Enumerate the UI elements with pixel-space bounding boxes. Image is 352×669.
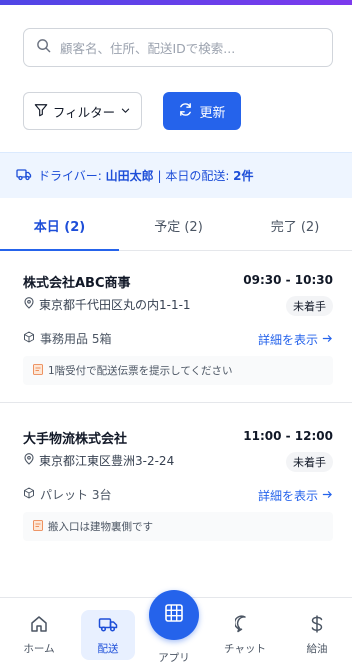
package-icon	[23, 487, 35, 502]
delivery-note: 搬入口は建物裏側です	[23, 512, 333, 541]
tab-scheduled[interactable]: 予定 (2)	[119, 199, 238, 251]
truck-icon	[98, 614, 118, 637]
search-placeholder: 顧客名、住所、配送IDで検索...	[60, 41, 236, 56]
nav-delivery-label: 配送	[97, 643, 119, 655]
nav-delivery[interactable]: 配送	[81, 610, 135, 660]
delivery-count: 2件	[233, 169, 254, 183]
main-panel: 顧客名、住所、配送IDで検索... フィルター 更新 ドライバー: 山田太郎 |…	[0, 5, 352, 597]
refresh-icon	[178, 102, 193, 121]
nav-home-label: ホーム	[23, 643, 55, 655]
delivery-time: 11:00 - 12:00	[243, 429, 333, 443]
grid-icon	[164, 603, 184, 627]
nav-chat[interactable]: チャット	[218, 610, 272, 660]
view-details-link[interactable]: 詳細を表示	[258, 487, 333, 504]
delivery-card[interactable]: 株式会社ABC商事 09:30 - 10:30 東京都千代田区丸の内1-1-1 …	[0, 252, 352, 402]
truck-icon	[16, 166, 32, 185]
filter-icon	[34, 103, 48, 120]
map-pin-icon	[23, 453, 35, 468]
delivery-note: 1階受付で配送伝票を提示してください	[23, 356, 333, 385]
filter-label: フィルター	[52, 104, 116, 120]
driver-info-bar: ドライバー: 山田太郎 | 本日の配送: 2件	[0, 152, 352, 198]
apps-button[interactable]	[149, 590, 199, 640]
customer-name: 大手物流株式会社	[23, 432, 128, 447]
home-icon	[29, 614, 49, 637]
driver-name: 山田太郎	[105, 169, 154, 183]
delivery-items: パレット 3台	[23, 486, 111, 503]
driver-info-text: ドライバー: 山田太郎 | 本日の配送: 2件	[38, 169, 254, 183]
card-divider	[0, 402, 352, 403]
nav-home[interactable]: ホーム	[12, 610, 66, 660]
view-details-link[interactable]: 詳細を表示	[258, 331, 333, 348]
note-icon	[33, 363, 43, 378]
nav-chat-label: チャット	[224, 643, 266, 655]
dollar-icon	[307, 614, 327, 637]
customer-name: 株式会社ABC商事	[23, 276, 131, 291]
chat-icon	[233, 614, 255, 637]
filter-button[interactable]: フィルター	[23, 92, 142, 130]
tab-today[interactable]: 本日 (2)	[0, 199, 119, 251]
arrow-right-icon	[322, 489, 333, 503]
refresh-label: 更新	[199, 105, 226, 121]
nav-apps-label: アプリ	[158, 652, 190, 664]
map-pin-icon	[23, 297, 35, 312]
delivery-address: 東京都江東区豊洲3-2-24	[23, 452, 174, 469]
nav-fuel[interactable]: 給油	[290, 610, 344, 660]
status-badge: 未着手	[286, 296, 333, 316]
package-icon	[23, 331, 35, 346]
chevron-down-icon	[120, 104, 131, 119]
arrow-right-icon	[322, 333, 333, 347]
delivery-address: 東京都千代田区丸の内1-1-1	[23, 296, 191, 313]
delivery-tabs: 本日 (2) 予定 (2) 完了 (2)	[0, 199, 352, 251]
bottom-navigation: ホーム 配送 アプリ チャット 給油	[0, 590, 352, 669]
delivery-items: 事務用品 5箱	[23, 330, 111, 347]
note-icon	[33, 519, 43, 534]
refresh-button[interactable]: 更新	[163, 92, 241, 130]
active-tab-indicator	[0, 249, 119, 251]
search-icon	[36, 38, 51, 57]
search-input[interactable]: 顧客名、住所、配送IDで検索...	[23, 28, 333, 67]
delivery-card[interactable]: 大手物流株式会社 11:00 - 12:00 東京都江東区豊洲3-2-24 未着…	[0, 408, 352, 558]
status-badge: 未着手	[286, 452, 333, 472]
delivery-time: 09:30 - 10:30	[243, 273, 333, 287]
nav-fuel-label: 給油	[306, 643, 328, 655]
tab-completed[interactable]: 完了 (2)	[238, 199, 352, 251]
